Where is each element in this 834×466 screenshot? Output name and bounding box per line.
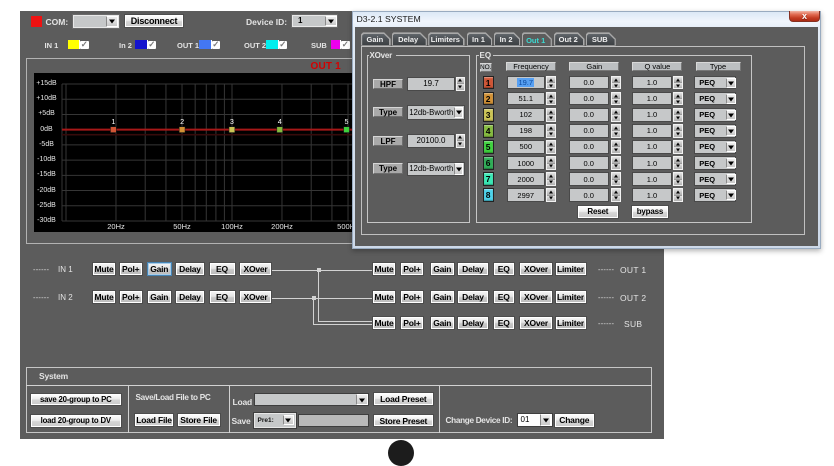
- svg-text:2: 2: [180, 117, 184, 126]
- svg-text:1: 1: [111, 117, 115, 126]
- svg-text:4: 4: [278, 117, 282, 126]
- svg-text:5: 5: [345, 117, 349, 126]
- svg-text:3: 3: [230, 117, 234, 126]
